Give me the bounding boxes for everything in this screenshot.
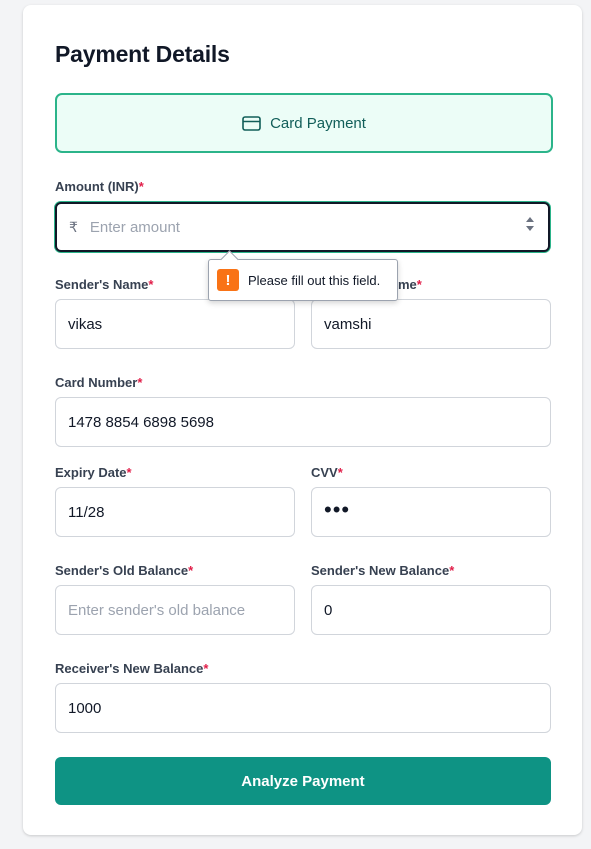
amount-placeholder: Enter amount (89, 218, 180, 236)
warning-icon: ! (217, 269, 239, 291)
payment-card: Payment Details Card Payment Amount (INR… (23, 5, 582, 835)
cvv-label: CVV* (311, 465, 343, 480)
spinner-down-icon[interactable] (526, 226, 534, 231)
cvv-input[interactable]: ••• (311, 487, 551, 537)
required-marker: * (138, 179, 144, 194)
validation-tooltip: ! Please fill out this field. (208, 250, 398, 301)
amount-label: Amount (INR)* (55, 179, 144, 194)
sender-new-balance-input[interactable]: 0 (311, 585, 551, 635)
tooltip-message: Please fill out this field. (248, 272, 381, 288)
receiver-name-label: me* (398, 277, 422, 292)
sender-old-balance-label: Sender's Old Balance* (55, 563, 194, 578)
expiry-date-input[interactable]: 11/28 (55, 487, 295, 537)
card-number-input[interactable]: 1478 8854 6898 5698 (55, 397, 551, 447)
sender-old-balance-input[interactable]: Enter sender's old balance (55, 585, 295, 635)
spinner-up-icon[interactable] (526, 217, 534, 222)
sender-name-label: Sender's Name* (55, 277, 154, 292)
amount-input[interactable]: ₹ Enter amount (55, 202, 550, 252)
card-number-label: Card Number* (55, 375, 143, 390)
receiver-new-balance-input[interactable]: 1000 (55, 683, 551, 733)
sender-name-input[interactable]: vikas (55, 299, 295, 349)
page-title: Payment Details (55, 41, 230, 67)
expiry-date-label: Expiry Date* (55, 465, 132, 480)
number-spinner[interactable] (526, 217, 534, 231)
sender-new-balance-label: Sender's New Balance* (311, 563, 455, 578)
receiver-new-balance-label: Receiver's New Balance* (55, 661, 209, 676)
analyze-payment-button[interactable]: Analyze Payment (55, 757, 551, 805)
credit-card-icon (242, 115, 261, 131)
card-payment-label: Card Payment (270, 114, 366, 132)
card-payment-option[interactable]: Card Payment (55, 93, 553, 153)
rupee-symbol: ₹ (69, 218, 78, 235)
receiver-name-input[interactable]: vamshi (311, 299, 551, 349)
